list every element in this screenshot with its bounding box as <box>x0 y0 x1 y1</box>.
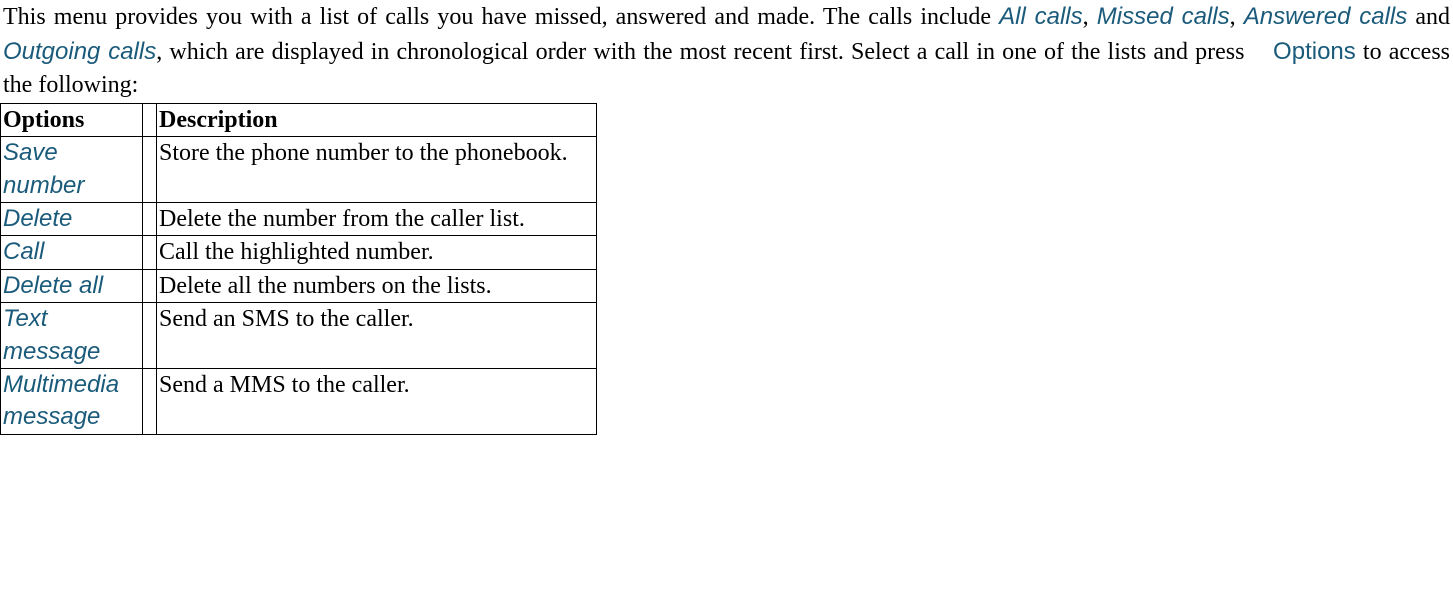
description-call: Call the highlighted number. <box>157 236 597 269</box>
description-delete: Delete the number from the caller list. <box>157 202 597 235</box>
description-multimedia-message: Send a MMS to the caller. <box>157 368 597 434</box>
row-gap <box>143 269 157 302</box>
link-answered-calls: Answered calls <box>1244 3 1408 30</box>
link-missed-calls: Missed calls <box>1097 3 1230 30</box>
table-row: Multimedia message Send a MMS to the cal… <box>1 368 597 434</box>
header-description: Description <box>157 103 597 136</box>
table-row: Call Call the highlighted number. <box>1 236 597 269</box>
option-text-message: Text message <box>1 303 143 369</box>
options-table-wrap: Options Description Save number Store th… <box>0 103 597 435</box>
description-save-number: Store the phone number to the phonebook. <box>157 137 597 203</box>
header-options: Options <box>1 103 143 136</box>
description-delete-all: Delete all the numbers on the lists. <box>157 269 597 302</box>
option-call: Call <box>1 236 143 269</box>
row-gap <box>143 137 157 203</box>
option-multimedia-message: Multimedia message <box>1 368 143 434</box>
options-table: Options Description Save number Store th… <box>0 103 597 435</box>
table-row: Delete all Delete all the numbers on the… <box>1 269 597 302</box>
sep1: , <box>1083 4 1097 30</box>
row-gap <box>143 368 157 434</box>
option-delete-all: Delete all <box>1 269 143 302</box>
link-all-calls: All calls <box>999 3 1082 30</box>
intro-text-1: This menu provides you with a list of ca… <box>3 4 999 30</box>
intro-text-2: , which are displayed in chronological o… <box>156 39 1251 65</box>
description-text-message: Send an SMS to the caller. <box>157 303 597 369</box>
row-gap <box>143 202 157 235</box>
header-gap <box>143 103 157 136</box>
option-delete: Delete <box>1 202 143 235</box>
table-header-row: Options Description <box>1 103 597 136</box>
intro-paragraph: This menu provides you with a list of ca… <box>0 0 1453 103</box>
table-row: Save number Store the phone number to th… <box>1 137 597 203</box>
option-save-number: Save number <box>1 137 143 203</box>
link-outgoing-calls: Outgoing calls <box>3 38 156 65</box>
row-gap <box>143 236 157 269</box>
table-row: Delete Delete the number from the caller… <box>1 202 597 235</box>
table-row: Text message Send an SMS to the caller. <box>1 303 597 369</box>
link-options: Options <box>1273 38 1356 65</box>
sep2: , <box>1230 4 1244 30</box>
sep3: and <box>1407 4 1450 30</box>
row-gap <box>143 303 157 369</box>
